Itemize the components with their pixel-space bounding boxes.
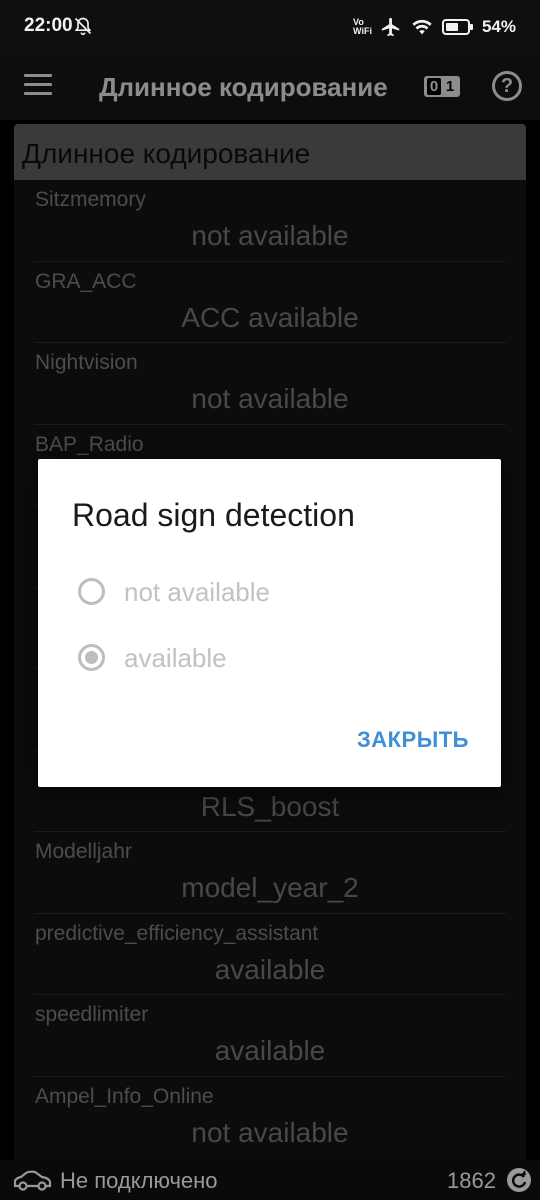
counter-value: 1862 xyxy=(447,1168,496,1193)
radio-checked-icon[interactable] xyxy=(78,644,105,671)
close-button[interactable]: ЗАКРЫТЬ xyxy=(357,727,469,753)
battery-icon xyxy=(441,19,473,35)
option-label: not available xyxy=(124,577,270,607)
road-sign-detection-dialog: Road sign detection not available availa… xyxy=(38,459,501,787)
option-not-available[interactable]: not available xyxy=(76,567,456,615)
vowifi-indicator: Vo WiFi xyxy=(353,18,372,36)
status-bar: 22:00 Vo WiFi 54% xyxy=(0,0,540,56)
connection-status: Не подключено xyxy=(60,1168,218,1193)
airplane-icon xyxy=(381,17,400,37)
vowifi-bottom: WiFi xyxy=(353,26,372,36)
status-icons: Vo WiFi 54% xyxy=(353,14,516,40)
refresh-icon[interactable] xyxy=(505,1166,533,1194)
dialog-title: Road sign detection xyxy=(72,497,355,533)
status-time: 22:00 xyxy=(24,15,73,36)
radio-unchecked-icon[interactable] xyxy=(78,578,105,605)
car-icon xyxy=(13,1170,52,1191)
option-available[interactable]: available xyxy=(76,633,456,681)
wifi-icon xyxy=(412,19,432,35)
option-label: available xyxy=(124,643,227,673)
battery-percentage: 54% xyxy=(481,17,516,36)
bell-muted-icon xyxy=(74,17,92,36)
bottom-bar: Не подключено 1862 xyxy=(0,1160,540,1200)
